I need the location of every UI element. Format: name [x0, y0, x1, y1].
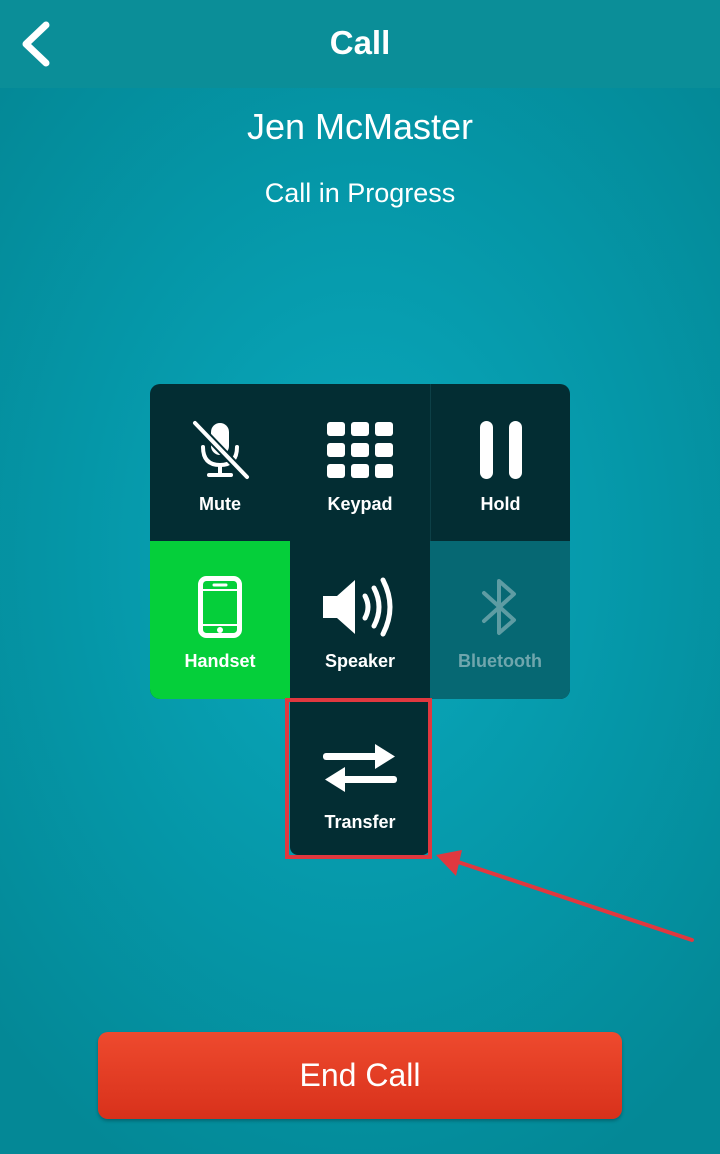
keypad-label: Keypad: [327, 494, 393, 514]
caller-name: Jen McMaster: [246, 106, 474, 147]
handset-button[interactable]: Handset: [150, 541, 290, 699]
keypad-grid-icon: [327, 422, 393, 478]
phone-handset-icon: [198, 576, 242, 638]
page-title: Call: [329, 24, 391, 61]
speaker-icon: [323, 577, 393, 637]
call-status: Call in Progress: [264, 178, 456, 208]
hold-label: Hold: [480, 494, 521, 514]
hold-button[interactable]: Hold: [430, 384, 570, 541]
bluetooth-icon: [482, 579, 516, 635]
bluetooth-button[interactable]: Bluetooth: [430, 541, 570, 699]
end-call-button[interactable]: End Call: [98, 1032, 622, 1119]
nav-bar: Call: [0, 0, 720, 88]
speaker-label: Speaker: [324, 651, 396, 671]
mute-button[interactable]: Mute: [150, 384, 290, 541]
bluetooth-label: Bluetooth: [458, 651, 542, 671]
call-controls-panel: Mute Keypad Hold Handset Speaker Bluetoo…: [150, 384, 570, 699]
mute-label: Mute: [199, 494, 241, 514]
keypad-button[interactable]: Keypad: [290, 384, 430, 541]
pause-icon: [479, 421, 522, 479]
handset-label: Handset: [184, 651, 256, 671]
speaker-button[interactable]: Speaker: [290, 541, 430, 699]
annotation-highlight-box: [285, 698, 432, 859]
microphone-muted-icon: [192, 420, 250, 480]
